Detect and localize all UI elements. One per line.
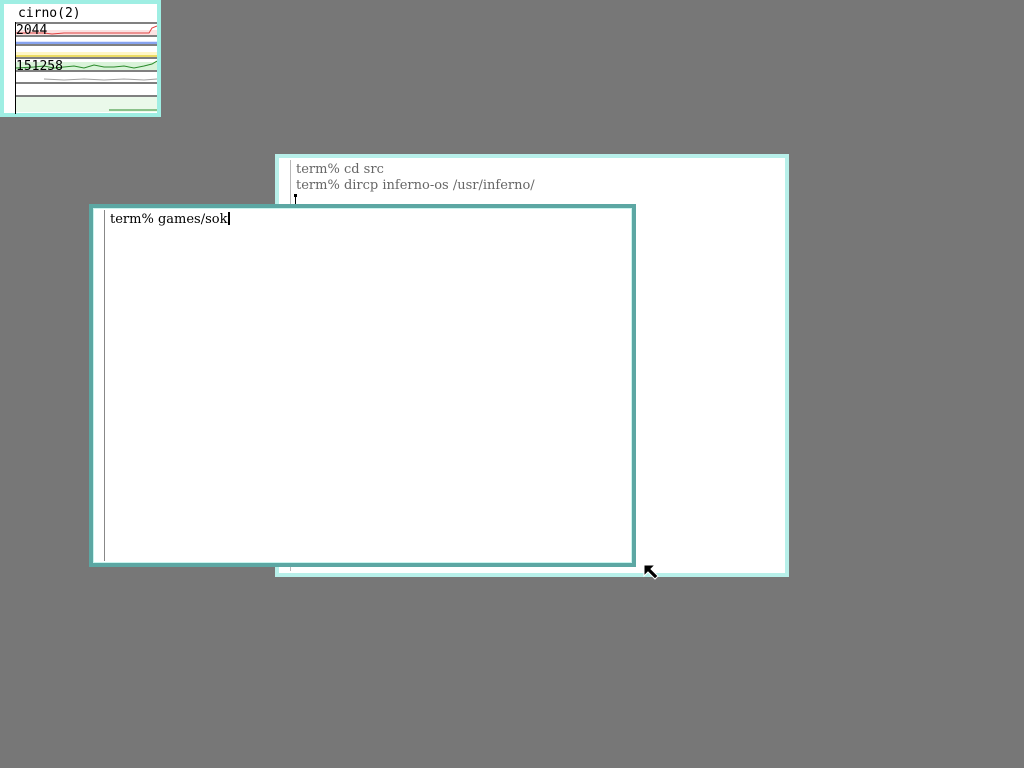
scrollbar-gutter[interactable] [104,210,105,561]
stats-value-load: 151258 [16,59,63,74]
stats-title: cirno(2) [18,6,81,21]
terminal-input-line[interactable]: term% games/sok [110,212,231,228]
text-caret [228,212,231,225]
terminal-line: term% dircp inferno-os /usr/inferno/ [296,178,535,193]
stats-window[interactable]: cirno(2) 2044 151258 [0,0,161,117]
terminal-line: term% cd src [296,162,384,177]
window-inner-border [93,208,632,563]
terminal-command-text: term% games/sok [110,212,228,227]
terminal-window-front[interactable]: term% games/sok [89,204,636,567]
stats-value-memory: 2044 [16,23,48,38]
arrow-pointer-icon [643,564,659,580]
